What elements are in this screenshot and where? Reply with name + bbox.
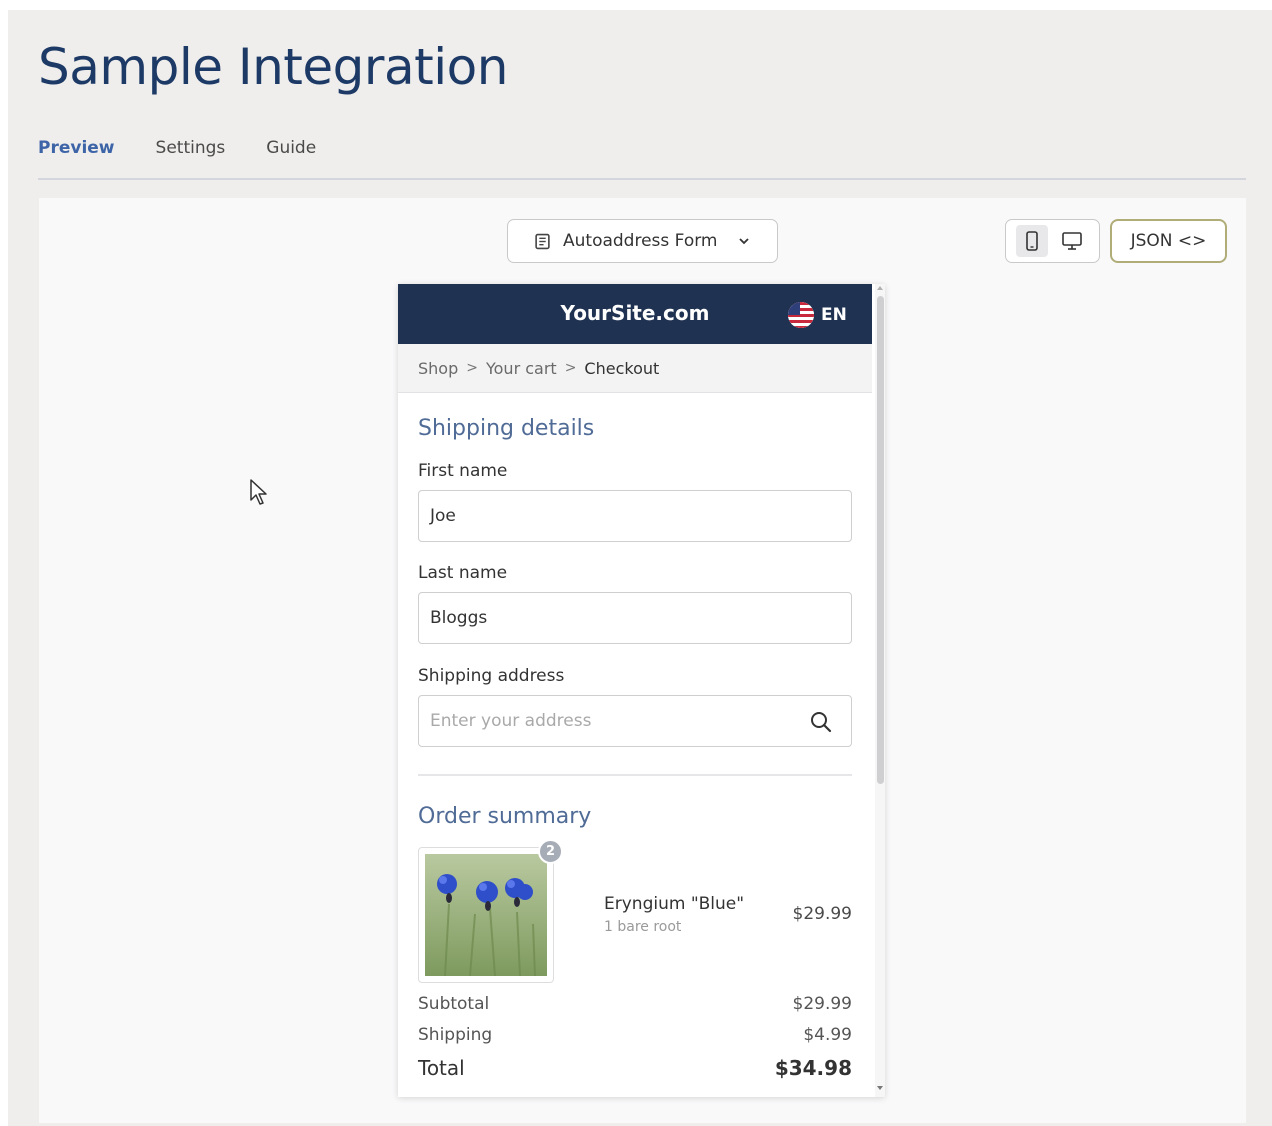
desktop-icon — [1062, 232, 1082, 250]
tab-guide[interactable]: Guide — [266, 138, 316, 158]
scroll-down-arrow-icon[interactable] — [877, 1086, 883, 1090]
desktop-view-button[interactable] — [1056, 225, 1088, 257]
tabs-divider — [38, 178, 1246, 180]
mobile-preview-frame: YourSite.com EN Shop > Your cart > Check… — [398, 284, 885, 1097]
breadcrumb: Shop > Your cart > Checkout — [398, 344, 872, 393]
last-name-field[interactable]: Bloggs — [418, 592, 852, 644]
tab-bar: Preview Settings Guide — [38, 138, 357, 158]
shipping-row: Shipping $4.99 — [418, 1025, 852, 1045]
scroll-up-arrow-icon[interactable] — [877, 286, 883, 290]
product-thumbnail — [418, 847, 554, 983]
page-title: Sample Integration — [38, 38, 508, 96]
us-flag-icon — [788, 302, 814, 328]
language-selector[interactable]: EN — [788, 302, 847, 328]
chevron-right-icon: > — [466, 360, 478, 376]
breadcrumb-checkout: Checkout — [584, 358, 660, 378]
chevron-right-icon: > — [564, 360, 577, 376]
mobile-icon — [1026, 231, 1038, 251]
product-price: $29.99 — [792, 904, 852, 924]
shipping-address-label: Shipping address — [418, 666, 565, 686]
product-name: Eryngium "Blue" — [604, 894, 745, 914]
shipping-details-heading: Shipping details — [418, 416, 595, 441]
breadcrumb-cart[interactable]: Your cart — [486, 359, 557, 378]
total-value: $34.98 — [774, 1056, 852, 1080]
cornflower-image — [425, 854, 547, 977]
first-name-label: First name — [418, 461, 508, 481]
form-type-dropdown[interactable]: Autoaddress Form — [507, 219, 778, 263]
shipping-label: Shipping — [418, 1025, 493, 1045]
address-placeholder: Enter your address — [430, 711, 592, 731]
total-label: Total — [418, 1056, 465, 1080]
preview-panel: Autoaddress Form JSON <> YourSite.com EN… — [39, 198, 1246, 1123]
site-header: YourSite.com EN — [398, 284, 872, 344]
shipping-value: $4.99 — [803, 1025, 852, 1045]
page-background: Sample Integration Preview Settings Guid… — [8, 10, 1272, 1126]
mouse-cursor-icon — [250, 479, 267, 505]
language-label: EN — [821, 305, 847, 325]
address-search-input[interactable]: Enter your address — [418, 695, 852, 747]
first-name-field[interactable]: Joe — [418, 490, 852, 542]
tab-preview[interactable]: Preview — [38, 138, 115, 158]
quantity-badge: 2 — [538, 839, 563, 864]
json-button[interactable]: JSON <> — [1110, 219, 1227, 263]
total-row: Total $34.98 — [418, 1056, 852, 1080]
subtotal-value: $29.99 — [792, 994, 852, 1014]
chevron-down-icon — [738, 238, 749, 245]
breadcrumb-shop[interactable]: Shop — [418, 359, 458, 378]
last-name-label: Last name — [418, 563, 508, 583]
tab-settings[interactable]: Settings — [156, 138, 226, 158]
device-toggle — [1005, 219, 1100, 263]
mobile-view-button[interactable] — [1016, 225, 1048, 257]
document-icon — [535, 233, 550, 249]
section-divider — [418, 774, 852, 776]
scroll-thumb[interactable] — [877, 296, 884, 784]
preview-scrollbar[interactable] — [875, 284, 885, 1097]
search-icon[interactable] — [809, 710, 833, 734]
order-summary-heading: Order summary — [418, 804, 592, 829]
subtotal-row: Subtotal $29.99 — [418, 994, 852, 1014]
form-type-label: Autoaddress Form — [563, 231, 718, 251]
subtotal-label: Subtotal — [418, 994, 490, 1014]
product-variant: 1 bare root — [604, 919, 682, 935]
